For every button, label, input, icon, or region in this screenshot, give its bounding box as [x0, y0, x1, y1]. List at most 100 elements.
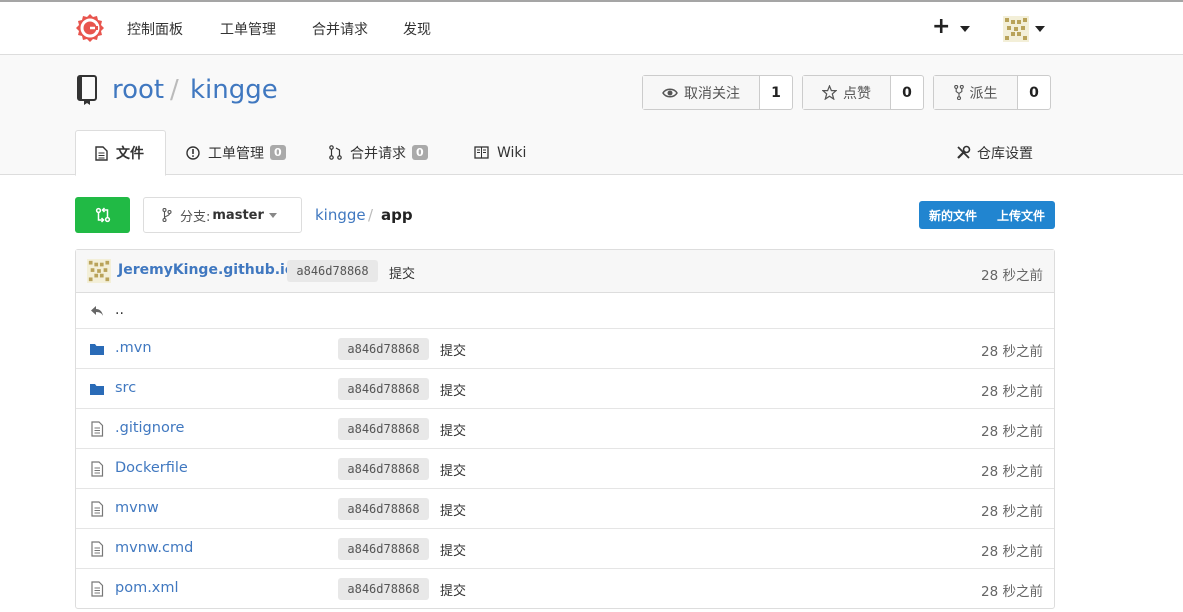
tab-pulls-label: 合并请求	[350, 145, 406, 162]
file-name-link[interactable]: .gitignore	[115, 420, 184, 436]
star-button-group: 点赞 0	[802, 75, 924, 110]
tab-wiki[interactable]: Wiki	[474, 130, 526, 175]
branch-selector[interactable]: 分支: master	[143, 197, 302, 233]
file-name-link[interactable]: Dockerfile	[115, 460, 188, 476]
breadcrumb-root[interactable]: kingge	[315, 206, 366, 224]
file-commit-age: 28 秒之前	[981, 544, 1043, 560]
nav-dashboard[interactable]: 控制面板	[127, 19, 183, 39]
file-commit-sha[interactable]: a846d78868	[338, 418, 429, 440]
fork-button[interactable]: 派生	[934, 76, 1018, 109]
watch-button-group: 取消关注 1	[642, 75, 793, 110]
chevron-down-icon[interactable]	[1035, 26, 1045, 32]
parent-dir-link[interactable]: ..	[115, 302, 124, 318]
file-commit-message: 提交	[440, 384, 467, 399]
file-commit-sha[interactable]: a846d78868	[338, 538, 429, 560]
commit-sha-label[interactable]: a846d78868	[287, 260, 378, 282]
file-commit-age: 28 秒之前	[981, 344, 1043, 360]
file-action-buttons: 新的文件 上传文件	[919, 201, 1055, 229]
tab-issues-label: 工单管理	[208, 145, 264, 162]
file-commit-sha[interactable]: a846d78868	[338, 378, 429, 400]
tab-settings[interactable]: 仓库设置	[956, 130, 1033, 175]
file-row[interactable]: src a846d78868 提交 28 秒之前	[76, 369, 1054, 409]
book-icon	[474, 146, 489, 159]
file-commit-sha[interactable]: a846d78868	[338, 458, 429, 480]
file-row[interactable]: mvnw a846d78868 提交 28 秒之前	[76, 489, 1054, 529]
file-text-icon	[91, 541, 104, 557]
create-new-button[interactable]: +	[932, 16, 950, 38]
top-navbar: 控制面板 工单管理 合并请求 发现 +	[0, 0, 1183, 55]
tab-files-label: 文件	[116, 146, 144, 162]
file-commit-sha[interactable]: a846d78868	[338, 498, 429, 520]
nav-explore[interactable]: 发现	[403, 19, 431, 39]
compare-pull-button[interactable]	[75, 197, 130, 233]
tab-issues[interactable]: 工单管理 0	[186, 130, 286, 175]
tools-icon	[957, 145, 971, 159]
repo-path-separator: /	[170, 75, 179, 105]
repo-book-icon	[77, 75, 97, 105]
nav-pulls[interactable]: 合并请求	[312, 19, 368, 39]
repo-header: root / kingge 取消关注 1 点赞 0 派生 0 文件 工单管理 0…	[0, 55, 1183, 176]
unwatch-button[interactable]: 取消关注	[643, 76, 760, 109]
fork-icon	[953, 85, 964, 100]
author-avatar[interactable]	[87, 259, 111, 283]
git-compare-icon	[95, 207, 110, 223]
watch-count[interactable]: 1	[760, 76, 792, 109]
commit-author-link[interactable]: JeremyKinge.github.io	[118, 262, 294, 278]
file-row[interactable]: .gitignore a846d78868 提交 28 秒之前	[76, 409, 1054, 449]
repo-owner-link[interactable]: root	[112, 75, 164, 105]
parent-dir-row[interactable]: ..	[76, 293, 1054, 329]
pulls-count-badge: 0	[412, 145, 428, 160]
file-commit-age: 28 秒之前	[981, 384, 1043, 400]
commit-message: 提交	[389, 267, 416, 282]
commit-age: 28 秒之前	[981, 268, 1043, 284]
repo-name-link[interactable]: kingge	[190, 75, 278, 105]
folder-icon	[90, 344, 104, 355]
star-button[interactable]: 点赞	[803, 76, 891, 109]
star-icon	[822, 85, 837, 100]
file-commit-message: 提交	[440, 424, 467, 439]
tab-settings-label: 仓库设置	[977, 145, 1033, 162]
file-commit-age: 28 秒之前	[981, 424, 1043, 440]
chevron-down-icon[interactable]	[960, 26, 970, 32]
nav-issues[interactable]: 工单管理	[220, 19, 276, 39]
fork-button-group: 派生 0	[933, 75, 1051, 110]
tab-pulls[interactable]: 合并请求 0	[329, 130, 428, 175]
upload-file-button[interactable]: 上传文件	[997, 207, 1045, 224]
new-file-button[interactable]: 新的文件	[929, 207, 977, 224]
file-name-link[interactable]: .mvn	[115, 340, 152, 356]
tab-files[interactable]: 文件	[75, 130, 166, 176]
issue-opened-icon	[186, 145, 200, 160]
branch-name: master	[212, 207, 264, 223]
file-row[interactable]: Dockerfile a846d78868 提交 28 秒之前	[76, 449, 1054, 489]
file-commit-sha[interactable]: a846d78868	[338, 338, 429, 360]
file-text-icon	[91, 581, 104, 597]
tab-wiki-label: Wiki	[497, 144, 527, 161]
file-text-icon	[91, 501, 104, 517]
gogs-logo-icon[interactable]	[75, 13, 105, 43]
file-commit-message: 提交	[440, 504, 467, 519]
file-commit-age: 28 秒之前	[981, 584, 1043, 600]
star-count[interactable]: 0	[891, 76, 923, 109]
unwatch-label: 取消关注	[684, 85, 740, 102]
file-name-link[interactable]: src	[115, 380, 136, 396]
breadcrumb-separator: /	[368, 206, 374, 224]
file-name-link[interactable]: pom.xml	[115, 580, 179, 596]
user-avatar[interactable]	[1003, 16, 1029, 42]
file-name-link[interactable]: mvnw	[115, 500, 159, 516]
chevron-down-icon	[268, 212, 277, 218]
file-row[interactable]: .mvn a846d78868 提交 28 秒之前	[76, 329, 1054, 369]
file-row[interactable]: mvnw.cmd a846d78868 提交 28 秒之前	[76, 529, 1054, 569]
latest-commit-row: JeremyKinge.github.io a846d78868 提交 28 秒…	[76, 250, 1054, 293]
file-commit-age: 28 秒之前	[981, 504, 1043, 520]
fork-count[interactable]: 0	[1018, 76, 1050, 109]
file-row[interactable]: pom.xml a846d78868 提交 28 秒之前	[76, 569, 1054, 609]
branch-prefix: 分支:	[180, 209, 211, 225]
issues-count-badge: 0	[270, 145, 286, 160]
file-code-icon	[95, 145, 108, 161]
file-name-link[interactable]: mvnw.cmd	[115, 540, 193, 556]
file-commit-sha[interactable]: a846d78868	[338, 578, 429, 600]
file-commit-message: 提交	[440, 464, 467, 479]
folder-icon	[90, 384, 104, 395]
fork-label: 派生	[969, 85, 998, 102]
file-commit-message: 提交	[440, 544, 467, 559]
